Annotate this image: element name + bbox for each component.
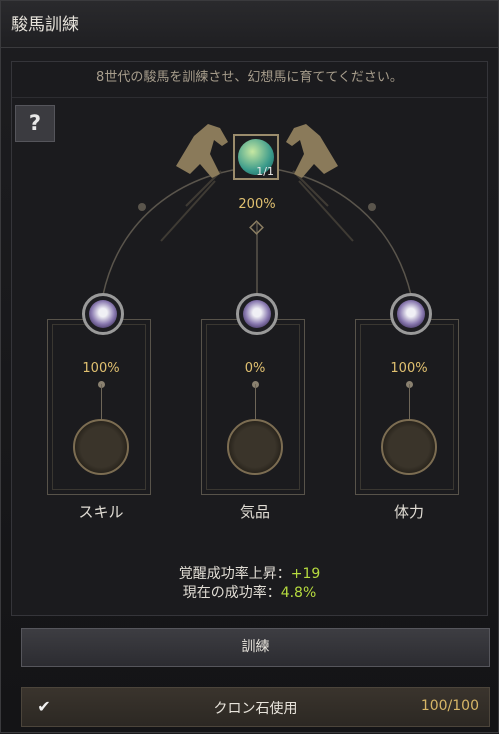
- total-rate: 200%: [238, 197, 276, 212]
- horse-emblem-slot[interactable]: 1/1: [233, 134, 279, 180]
- cron-stone-row[interactable]: ✔ クロン石使用 100/100: [21, 687, 490, 727]
- awaken-rate-line: 覚醒成功率上昇：+19: [11, 563, 488, 583]
- result-summary: 覚醒成功率上昇：+19 現在の成功率：4.8%: [11, 549, 488, 616]
- grace-material-slot[interactable]: [227, 419, 283, 475]
- horse-skill-avatar[interactable]: [82, 293, 124, 335]
- stat-label-skill: スキル: [78, 503, 124, 521]
- stat-rate-grace: 0%: [244, 361, 266, 376]
- right-horse-emblem: [286, 124, 338, 178]
- stat-label-stamina: 体力: [393, 503, 424, 521]
- horse-skill-icon: [89, 300, 117, 328]
- horse-grace-icon: [243, 300, 271, 328]
- slot-line: [101, 384, 102, 420]
- current-rate-label: 現在の成功率：: [182, 585, 281, 601]
- horse-grace-avatar[interactable]: [236, 293, 278, 335]
- slot-line: [409, 384, 410, 420]
- emblem-count: 1/1: [256, 165, 274, 178]
- cron-stone-count: 100/100: [420, 698, 479, 714]
- awaken-rate-value: +19: [290, 566, 321, 582]
- left-horse-emblem: [176, 124, 228, 178]
- horse-stamina-avatar[interactable]: [390, 293, 432, 335]
- current-rate-line: 現在の成功率：4.8%: [11, 582, 488, 602]
- train-button[interactable]: 訓練: [21, 628, 490, 667]
- current-rate-value: 4.8%: [280, 585, 317, 601]
- skill-material-slot[interactable]: [73, 419, 129, 475]
- horse-stamina-icon: [397, 300, 425, 328]
- horse-training-window: 駿馬訓練 8世代の駿馬を訓練させ、幻想馬に育ててください。 ? 1/1 200%: [0, 0, 499, 733]
- stat-label-grace: 気品: [239, 503, 270, 521]
- slot-line: [255, 384, 256, 420]
- awaken-rate-label: 覚醒成功率上昇：: [178, 566, 291, 582]
- stat-rate-stamina: 100%: [390, 361, 428, 376]
- cron-stone-label: クロン石使用: [213, 701, 298, 717]
- stamina-material-slot[interactable]: [381, 419, 437, 475]
- stat-rate-skill: 100%: [82, 361, 120, 376]
